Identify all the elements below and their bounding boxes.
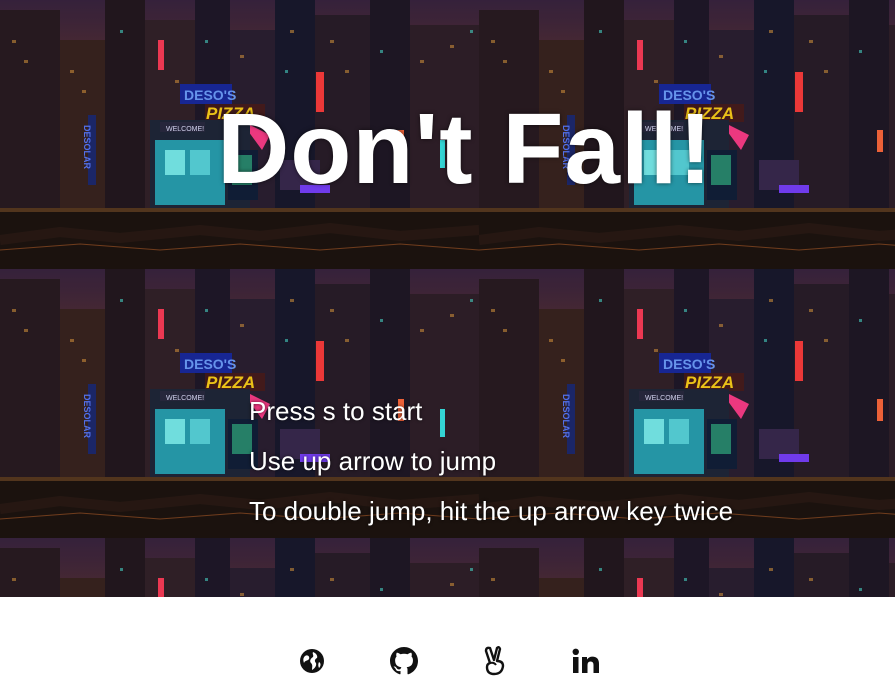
linkedin-icon: [572, 648, 599, 673]
game-title: Don't Fall!: [217, 93, 713, 205]
game-canvas[interactable]: DESO'S PIZZA WELCOME! DESOLAR Don't Fall…: [0, 0, 895, 597]
footer: [0, 597, 895, 687]
globe-link[interactable]: [297, 646, 327, 676]
github-link[interactable]: [389, 646, 419, 676]
instruction-double-jump: To double jump, hit the up arrow key twi…: [249, 496, 734, 526]
angellist-link[interactable]: [480, 646, 510, 676]
linkedin-link[interactable]: [571, 646, 601, 676]
angellist-icon: [484, 646, 505, 676]
github-icon: [390, 647, 418, 675]
globe-icon: [300, 649, 324, 673]
instruction-start: Press s to start: [249, 396, 423, 426]
instruction-jump: Use up arrow to jump: [249, 446, 497, 476]
